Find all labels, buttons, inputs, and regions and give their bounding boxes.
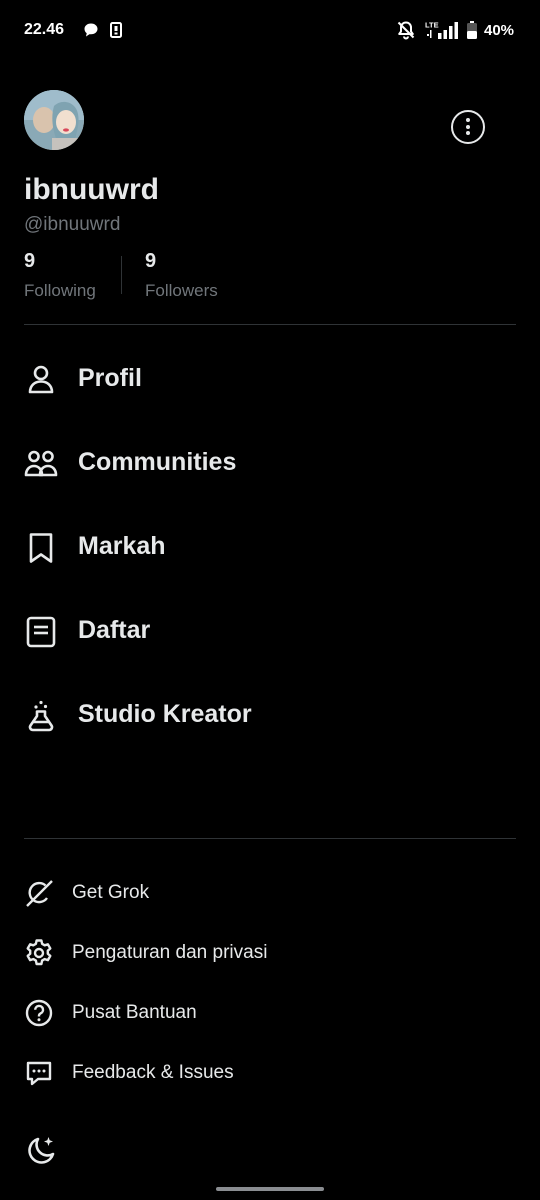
bell-muted-icon — [397, 21, 415, 40]
battery-icon — [467, 21, 477, 39]
help-icon — [25, 999, 53, 1027]
dot — [465, 131, 470, 135]
flask-icon — [28, 700, 54, 732]
followers-label[interactable]: Followers — [145, 281, 218, 301]
sim-card-icon — [110, 22, 122, 38]
menu-item-label: Pengaturan dan privasi — [72, 942, 268, 963]
menu-item-profil[interactable]: Profil — [0, 349, 540, 409]
network-type-label: LTE — [425, 21, 439, 30]
following-label[interactable]: Following — [24, 281, 96, 301]
divider — [24, 838, 516, 839]
menu-item-label: Feedback & Issues — [72, 1062, 234, 1083]
status-bar: 22.46 LTE 40% — [0, 0, 540, 60]
bookmark-icon — [29, 533, 53, 563]
menu-item-label: Pusat Bantuan — [72, 1002, 197, 1023]
menu-item-label: Markah — [78, 532, 166, 560]
moon-icon[interactable] — [24, 1134, 58, 1168]
dot — [465, 124, 470, 129]
menu-item-studio-kreator[interactable]: Studio Kreator — [0, 685, 540, 745]
divider — [24, 324, 516, 325]
stats-divider — [121, 256, 122, 294]
avatar-photo — [24, 90, 84, 150]
display-name[interactable]: ibnuuwrd — [24, 173, 159, 207]
home-indicator[interactable] — [216, 1187, 324, 1191]
menu-item-markah[interactable]: Markah — [0, 517, 540, 577]
more-options-button[interactable] — [451, 110, 485, 144]
person-icon — [28, 365, 54, 394]
menu-item-settings-privacy[interactable]: Pengaturan dan privasi — [0, 930, 540, 974]
battery-percentage: 40% — [484, 22, 515, 39]
menu-item-daftar[interactable]: Daftar — [0, 601, 540, 661]
menu-item-label: Studio Kreator — [78, 700, 252, 728]
chat-bubble-icon — [84, 23, 98, 37]
menu-item-label: Daftar — [78, 616, 151, 644]
feedback-icon — [26, 1061, 52, 1086]
grok-icon — [26, 880, 53, 907]
gear-icon — [26, 939, 52, 966]
dot — [465, 118, 470, 122]
following-count[interactable]: 9 — [24, 250, 35, 273]
menu-item-label: Get Grok — [72, 882, 150, 903]
menu-item-label: Communities — [78, 448, 237, 476]
communities-icon — [24, 450, 58, 477]
menu-item-help-center[interactable]: Pusat Bantuan — [0, 990, 540, 1034]
menu-item-get-grok[interactable]: Get Grok — [0, 870, 540, 914]
status-time: 22.46 — [24, 21, 65, 38]
cell-signal-icon: LTE — [425, 21, 458, 39]
menu-item-label: Profil — [78, 364, 142, 392]
side-navigation-drawer: 22.46 LTE 40% ibnuuwrd @ibnuuwrd 9 Follo… — [0, 0, 540, 1200]
avatar[interactable] — [24, 90, 84, 150]
user-handle: @ibnuuwrd — [24, 214, 121, 235]
menu-item-communities[interactable]: Communities — [0, 433, 540, 493]
list-icon — [26, 616, 56, 648]
followers-count[interactable]: 9 — [145, 250, 156, 273]
menu-item-feedback-issues[interactable]: Feedback & Issues — [0, 1050, 540, 1094]
